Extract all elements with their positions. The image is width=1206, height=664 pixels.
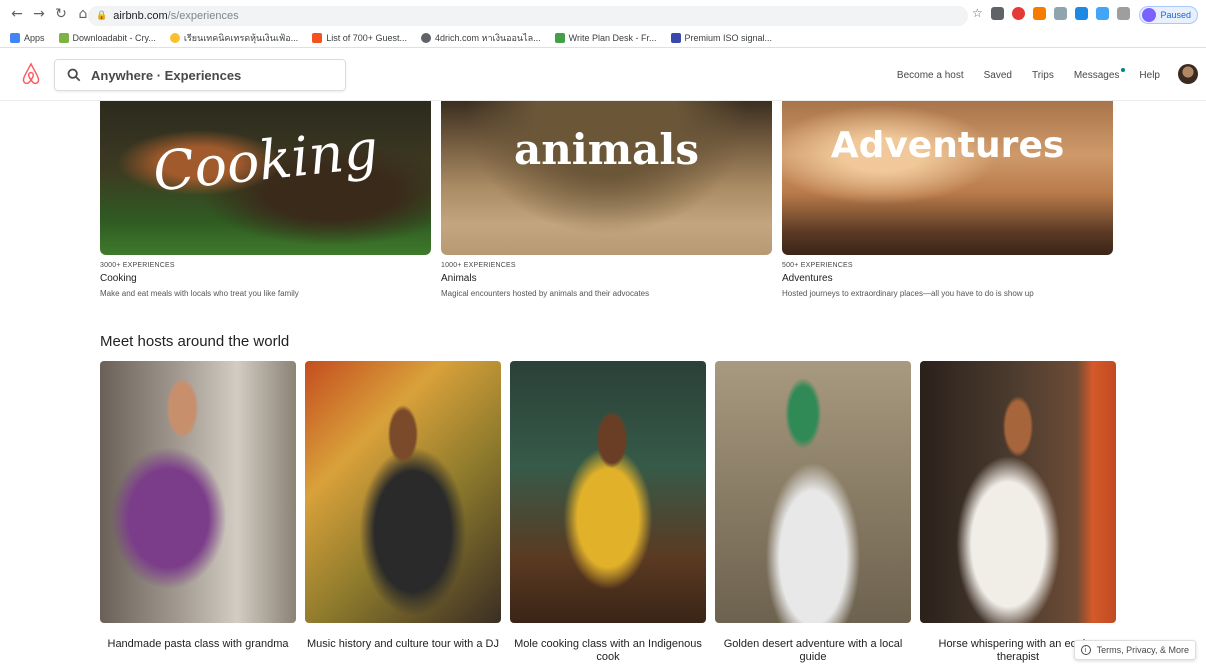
- search-value: Anywhere · Experiences: [91, 67, 242, 83]
- messages-label: Messages: [1073, 69, 1120, 81]
- reload-icon[interactable]: ↻: [50, 3, 72, 25]
- extensions-bar: ☆: [972, 6, 1130, 20]
- become-host-link[interactable]: Become a host: [897, 70, 964, 81]
- extension-icon[interactable]: [1011, 6, 1025, 20]
- terms-button[interactable]: i Terms, Privacy, & More: [1073, 640, 1196, 660]
- category-card-animals[interactable]: animals 1000+ EXPERIENCES Animals Magica…: [441, 101, 772, 298]
- host-photo[interactable]: [920, 361, 1116, 623]
- help-link[interactable]: Help: [1139, 70, 1160, 81]
- bookmark-item[interactable]: List of 700+ Guest...: [312, 32, 407, 43]
- bookmark-item[interactable]: เรียนเทคนิคเทรดหุ้นเงินเฟ้อ...: [169, 31, 299, 45]
- category-description: Magical encounters hosted by animals and…: [441, 289, 650, 298]
- category-image-word: animals: [514, 125, 699, 174]
- extension-icon[interactable]: [990, 6, 1004, 20]
- bookmark-label: เรียนเทคนิคเทรดหุ้นเงินเฟ้อ...: [183, 32, 299, 43]
- host-experience-title[interactable]: Music history and culture tour with a DJ: [305, 638, 501, 651]
- trips-link[interactable]: Trips: [1032, 70, 1054, 81]
- search-input[interactable]: Anywhere · Experiences: [54, 59, 346, 91]
- site-header: Anywhere · Experiences Become a host Sav…: [0, 49, 1206, 101]
- category-count: 3000+ EXPERIENCES: [100, 262, 175, 269]
- saved-link[interactable]: Saved: [984, 70, 1012, 81]
- category-title[interactable]: Adventures: [782, 273, 1113, 284]
- messages-link[interactable]: Messages: [1073, 67, 1126, 81]
- category-image[interactable]: Cooking: [100, 101, 431, 255]
- bookmark-item[interactable]: 4drich.com หาเงินออนไล...: [421, 31, 541, 45]
- host-experience-title[interactable]: Golden desert adventure with a local gui…: [715, 638, 911, 664]
- url-path: /s/experiences: [167, 10, 239, 22]
- info-icon: i: [1080, 645, 1091, 655]
- host-card[interactable]: Handmade pasta class with grandma: [100, 361, 296, 651]
- host-card[interactable]: Music history and culture tour with a DJ: [305, 361, 501, 651]
- bookmarks-bar: Apps Downloadabit - Cry... เรียนเทคนิคเท…: [0, 28, 1206, 48]
- extension-icon[interactable]: [1053, 6, 1067, 20]
- profile-button[interactable]: Paused: [1139, 6, 1198, 24]
- category-description: Make and eat meals with locals who treat…: [100, 289, 299, 298]
- bookmark-favicon-icon: [421, 32, 431, 43]
- bookmark-label: 4drich.com หาเงินออนไล...: [435, 32, 541, 43]
- host-photo[interactable]: [305, 361, 501, 623]
- category-card-adventures[interactable]: Adventures 500+ EXPERIENCES Adventures H…: [782, 101, 1113, 298]
- category-description: Hosted journeys to extraordinary places—…: [782, 289, 1034, 298]
- unread-dot: [1121, 67, 1126, 72]
- host-card[interactable]: Horse whispering with an equine therapis…: [920, 361, 1116, 664]
- bookmark-item[interactable]: Premium ISO signal...: [670, 32, 773, 43]
- bookmark-favicon-icon: [58, 32, 69, 43]
- lock-icon: 🔒: [96, 11, 108, 21]
- category-image-word: Cooking: [149, 117, 382, 204]
- bookmark-label: Write Plan Desk - Fr...: [568, 32, 657, 43]
- url-host: airbnb.com: [113, 10, 168, 22]
- host-experience-title[interactable]: Mole cooking class with an Indigenous co…: [510, 638, 706, 664]
- search-icon: [67, 68, 81, 82]
- host-photo[interactable]: [100, 361, 296, 623]
- extension-icon[interactable]: [1095, 6, 1109, 20]
- reading-list-icon[interactable]: [1116, 6, 1130, 20]
- bookmark-label: Premium ISO signal...: [684, 32, 773, 43]
- extension-icon[interactable]: [1032, 6, 1046, 20]
- section-title: Meet hosts around the world: [100, 333, 290, 350]
- profile-status: Paused: [1160, 10, 1191, 20]
- bookmark-favicon-icon: [554, 32, 565, 43]
- category-count: 500+ EXPERIENCES: [782, 262, 853, 269]
- browser-toolbar: ← → ↻ ⌂ 🔒 airbnb.com/s/experiences ☆ Pau…: [0, 0, 1206, 28]
- category-title[interactable]: Cooking: [100, 273, 431, 284]
- category-card-cooking[interactable]: Cooking 3000+ EXPERIENCES Cooking Make a…: [100, 101, 431, 298]
- back-icon[interactable]: ←: [6, 3, 28, 25]
- host-photo[interactable]: [510, 361, 706, 623]
- avatar[interactable]: [1178, 64, 1198, 84]
- category-image-word: Adventures: [830, 125, 1065, 166]
- star-icon[interactable]: ☆: [972, 6, 983, 20]
- bookmark-favicon-icon: [169, 32, 180, 43]
- forward-icon[interactable]: →: [28, 3, 50, 25]
- bookmark-label: Downloadabit - Cry...: [72, 32, 156, 43]
- host-photo[interactable]: [715, 361, 911, 623]
- category-image[interactable]: Adventures: [782, 101, 1113, 255]
- bookmark-item[interactable]: Write Plan Desk - Fr...: [554, 32, 657, 43]
- bookmark-label: Apps: [24, 32, 45, 43]
- host-card[interactable]: Mole cooking class with an Indigenous co…: [510, 361, 706, 664]
- bookmark-item[interactable]: Downloadabit - Cry...: [58, 32, 156, 43]
- bookmark-favicon-icon: [670, 32, 681, 43]
- airbnb-logo-icon[interactable]: [20, 62, 42, 86]
- bookmark-apps[interactable]: Apps: [10, 32, 45, 43]
- bookmark-label: List of 700+ Guest...: [326, 32, 407, 43]
- terms-label: Terms, Privacy, & More: [1096, 645, 1189, 655]
- extension-icon[interactable]: [1074, 6, 1088, 20]
- top-nav: Become a host Saved Trips Messages Help: [897, 49, 1160, 101]
- category-image[interactable]: animals: [441, 101, 772, 255]
- host-experience-title[interactable]: Handmade pasta class with grandma: [100, 638, 296, 651]
- profile-avatar-icon: [1142, 8, 1157, 22]
- host-card[interactable]: Golden desert adventure with a local gui…: [715, 361, 911, 664]
- category-title[interactable]: Animals: [441, 273, 772, 284]
- bookmark-favicon-icon: [312, 32, 323, 43]
- category-count: 1000+ EXPERIENCES: [441, 262, 516, 269]
- apps-grid-icon: [10, 32, 20, 43]
- browser-nav-buttons: ← → ↻ ⌂: [6, 3, 94, 25]
- address-bar[interactable]: 🔒 airbnb.com/s/experiences: [88, 6, 968, 26]
